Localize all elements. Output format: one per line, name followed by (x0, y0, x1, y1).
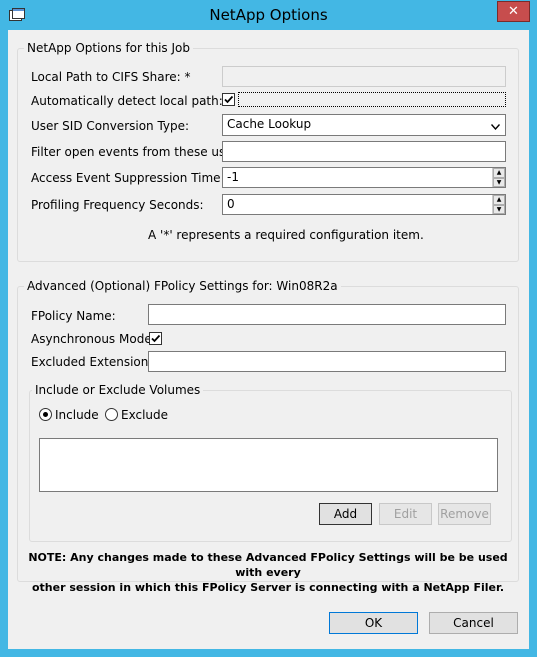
sid-conversion-value: Cache Lookup (227, 117, 312, 131)
volumes-group-title: Include or Exclude Volumes (32, 383, 204, 397)
filter-users-input[interactable] (222, 141, 506, 162)
exclude-label[interactable]: Exclude (121, 408, 168, 422)
radio-selected-dot (43, 412, 48, 417)
profiling-frequency-label: Profiling Frequency Seconds: (31, 198, 204, 212)
excluded-extensions-input[interactable] (148, 351, 506, 372)
advanced-settings-note: NOTE: Any changes made to these Advanced… (17, 550, 519, 595)
exclude-radio[interactable] (105, 408, 118, 421)
async-mode-checkbox[interactable] (149, 332, 162, 345)
profiling-frequency-input[interactable]: 0 (222, 194, 506, 215)
close-button[interactable]: ✕ (497, 1, 530, 22)
spin-down-icon[interactable]: ▼ (493, 204, 505, 214)
cancel-button[interactable]: Cancel (429, 612, 518, 634)
profiling-frequency-spinner[interactable]: ▲ ▼ (492, 195, 505, 214)
suppression-time-value: -1 (227, 170, 239, 184)
add-volume-button[interactable]: Add (319, 503, 372, 525)
window-title: NetApp Options (209, 6, 328, 24)
auto-detect-label: Automatically detect local path: (31, 94, 223, 108)
volumes-listbox[interactable] (39, 438, 498, 492)
edit-volume-button[interactable]: Edit (379, 503, 432, 525)
auto-detect-focus-rect (238, 92, 506, 107)
async-mode-label: Asynchronous Mode: (31, 332, 156, 346)
note-line-1: NOTE: Any changes made to these Advanced… (28, 551, 508, 579)
local-path-label: Local Path to CIFS Share: * (31, 70, 191, 84)
job-options-group-title: NetApp Options for this Job (24, 41, 193, 55)
ok-button[interactable]: OK (329, 612, 418, 634)
note-line-2: other session in which this FPolicy Serv… (31, 581, 505, 594)
spin-up-icon[interactable]: ▲ (493, 168, 505, 178)
suppression-time-label: Access Event Suppression Time: (31, 171, 225, 185)
include-radio[interactable] (39, 408, 52, 421)
include-label[interactable]: Include (55, 408, 99, 422)
local-path-input[interactable] (222, 66, 506, 87)
auto-detect-checkbox[interactable] (222, 93, 235, 106)
advanced-fpolicy-group-title: Advanced (Optional) FPolicy Settings for… (24, 279, 341, 293)
filter-users-label: Filter open events from these users: (31, 145, 248, 159)
title-bar[interactable]: NetApp Options ✕ (0, 0, 537, 30)
fpolicy-name-input[interactable] (148, 304, 506, 325)
checkmark-icon (151, 334, 161, 343)
netapp-options-window: NetApp Options ✕ NetApp Options for this… (0, 0, 537, 657)
excluded-extensions-label: Excluded Extensions: (31, 355, 159, 369)
chevron-down-icon (490, 119, 501, 134)
checkmark-icon (224, 95, 234, 104)
close-icon: ✕ (508, 4, 519, 19)
fpolicy-name-label: FPolicy Name: (31, 309, 116, 323)
profiling-frequency-value: 0 (227, 197, 235, 211)
spin-up-icon[interactable]: ▲ (493, 195, 505, 205)
dialog-client-area: NetApp Options for this Job Local Path t… (8, 30, 529, 649)
spin-down-icon[interactable]: ▼ (493, 177, 505, 187)
remove-volume-button[interactable]: Remove (438, 503, 491, 525)
sid-conversion-label: User SID Conversion Type: (31, 119, 190, 133)
suppression-time-input[interactable]: -1 (222, 167, 506, 188)
sid-conversion-select[interactable]: Cache Lookup (222, 114, 506, 136)
required-note: A '*' represents a required configuratio… (148, 228, 424, 242)
suppression-time-spinner[interactable]: ▲ ▼ (492, 168, 505, 187)
